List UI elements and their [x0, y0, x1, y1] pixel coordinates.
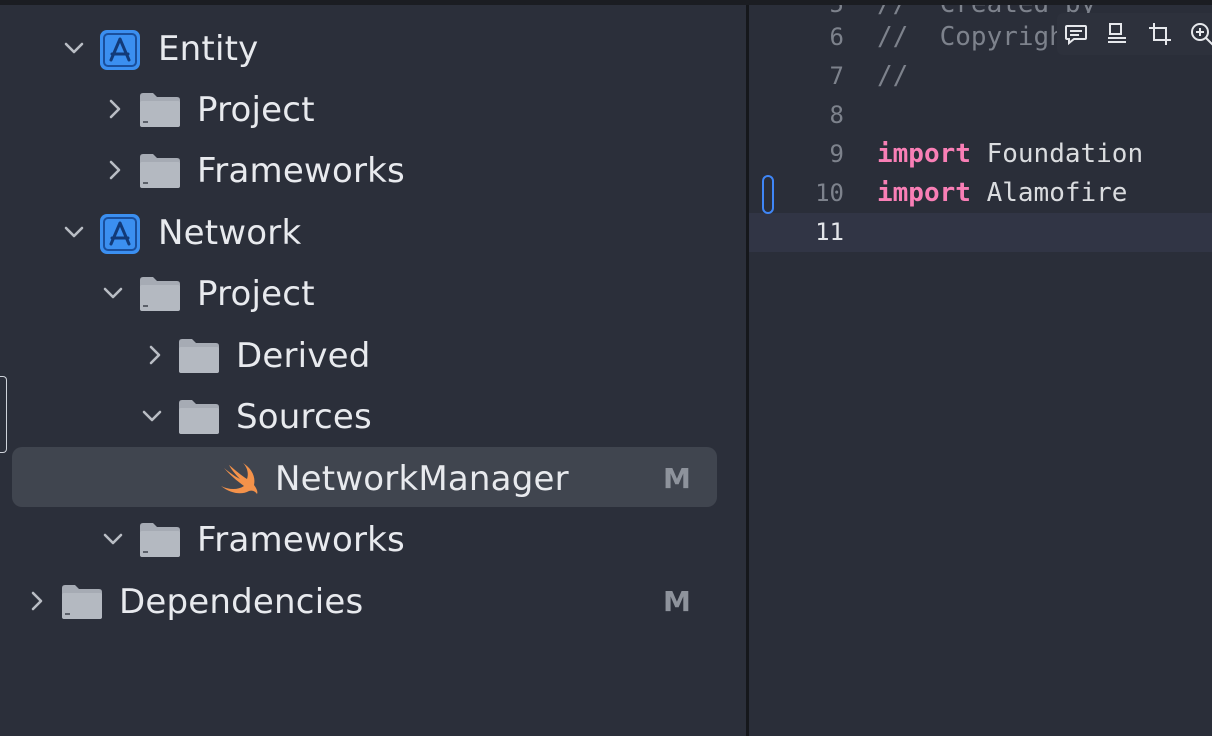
- tree-row-label: Derived: [236, 336, 371, 376]
- line-number: 9: [829, 140, 844, 168]
- code-line: 9 import Foundation: [749, 135, 1212, 174]
- tree-row-network[interactable]: Network: [0, 203, 746, 261]
- line-number: 10: [815, 179, 844, 207]
- code-text: // Copyright: [877, 22, 1081, 52]
- folder-icon: [177, 397, 221, 437]
- chevron-down-icon[interactable]: [101, 281, 125, 305]
- folder-icon: [60, 582, 104, 622]
- chevron-right-icon[interactable]: [103, 97, 127, 121]
- current-code-line[interactable]: 11: [749, 213, 1212, 252]
- tree-row-networkmanager[interactable]: NetworkManager M: [0, 447, 746, 507]
- swift-file-icon: [217, 459, 261, 499]
- code-line: 7 //: [749, 57, 1212, 96]
- editor-floating-toolbar: [1057, 13, 1212, 55]
- tree-row-label: Network: [158, 213, 302, 253]
- app-target-icon: [98, 29, 142, 70]
- inspector-icon[interactable]: [1102, 19, 1132, 49]
- chevron-down-icon[interactable]: [101, 527, 125, 551]
- source-editor[interactable]: 5 // Created by 6 // Copyright 7 // 8 9 …: [749, 5, 1212, 736]
- tree-row-label: Frameworks: [197, 520, 405, 560]
- keyword: import: [877, 139, 971, 169]
- tree-row-project[interactable]: Project: [0, 264, 746, 322]
- folder-icon: [138, 274, 182, 314]
- code-text: import Alamofire: [877, 174, 1127, 213]
- line-number: 6: [829, 23, 844, 51]
- chevron-down-icon[interactable]: [140, 404, 164, 428]
- tree-row-entity[interactable]: Entity: [0, 19, 746, 77]
- tree-row-label: Sources: [236, 397, 372, 437]
- folder-icon: [138, 151, 182, 191]
- project-navigator: Entity Project Frameworks Network Projec…: [0, 5, 746, 736]
- tree-row-label: Project: [197, 274, 315, 314]
- tree-row-label: Entity: [158, 29, 259, 69]
- change-indicator[interactable]: [762, 175, 774, 214]
- chevron-down-icon[interactable]: [62, 36, 86, 60]
- folder-icon: [138, 90, 182, 130]
- tree-row-frameworks[interactable]: Frameworks: [0, 510, 746, 568]
- crop-icon[interactable]: [1145, 19, 1175, 49]
- chevron-right-icon[interactable]: [143, 343, 167, 367]
- code-line: 10 import Alamofire: [749, 174, 1212, 213]
- tree-row-label: NetworkManager: [275, 459, 569, 499]
- tree-row-frameworks[interactable]: Frameworks: [0, 141, 746, 199]
- module-name: Foundation: [970, 139, 1144, 169]
- line-number: 7: [829, 62, 844, 90]
- chevron-right-icon[interactable]: [103, 158, 127, 182]
- chevron-down-icon[interactable]: [62, 220, 86, 244]
- folder-icon: [138, 520, 182, 560]
- tree-row-project[interactable]: Project: [0, 80, 746, 138]
- line-number: 11: [815, 218, 844, 246]
- tree-row-sources[interactable]: Sources: [0, 387, 746, 445]
- tree-row-dependencies[interactable]: Dependencies M: [0, 572, 746, 630]
- tree-row-derived[interactable]: Derived: [0, 326, 746, 384]
- modified-badge: M: [663, 585, 691, 618]
- module-name: Alamofire: [970, 178, 1128, 208]
- zoom-icon[interactable]: [1187, 19, 1212, 49]
- code-text: import Foundation: [877, 135, 1143, 174]
- code-text: //: [877, 61, 909, 91]
- line-number: 8: [829, 101, 844, 129]
- app-target-icon: [98, 213, 142, 254]
- modified-badge: M: [663, 462, 691, 495]
- tree-row-label: Project: [197, 90, 315, 130]
- tree-row-label: Frameworks: [197, 151, 405, 191]
- code-line: 8: [749, 96, 1212, 135]
- tree-row-label: Dependencies: [119, 582, 364, 622]
- folder-icon: [177, 336, 221, 376]
- comment-icon[interactable]: [1061, 19, 1091, 49]
- keyword: import: [877, 178, 971, 208]
- chevron-right-icon[interactable]: [25, 589, 49, 613]
